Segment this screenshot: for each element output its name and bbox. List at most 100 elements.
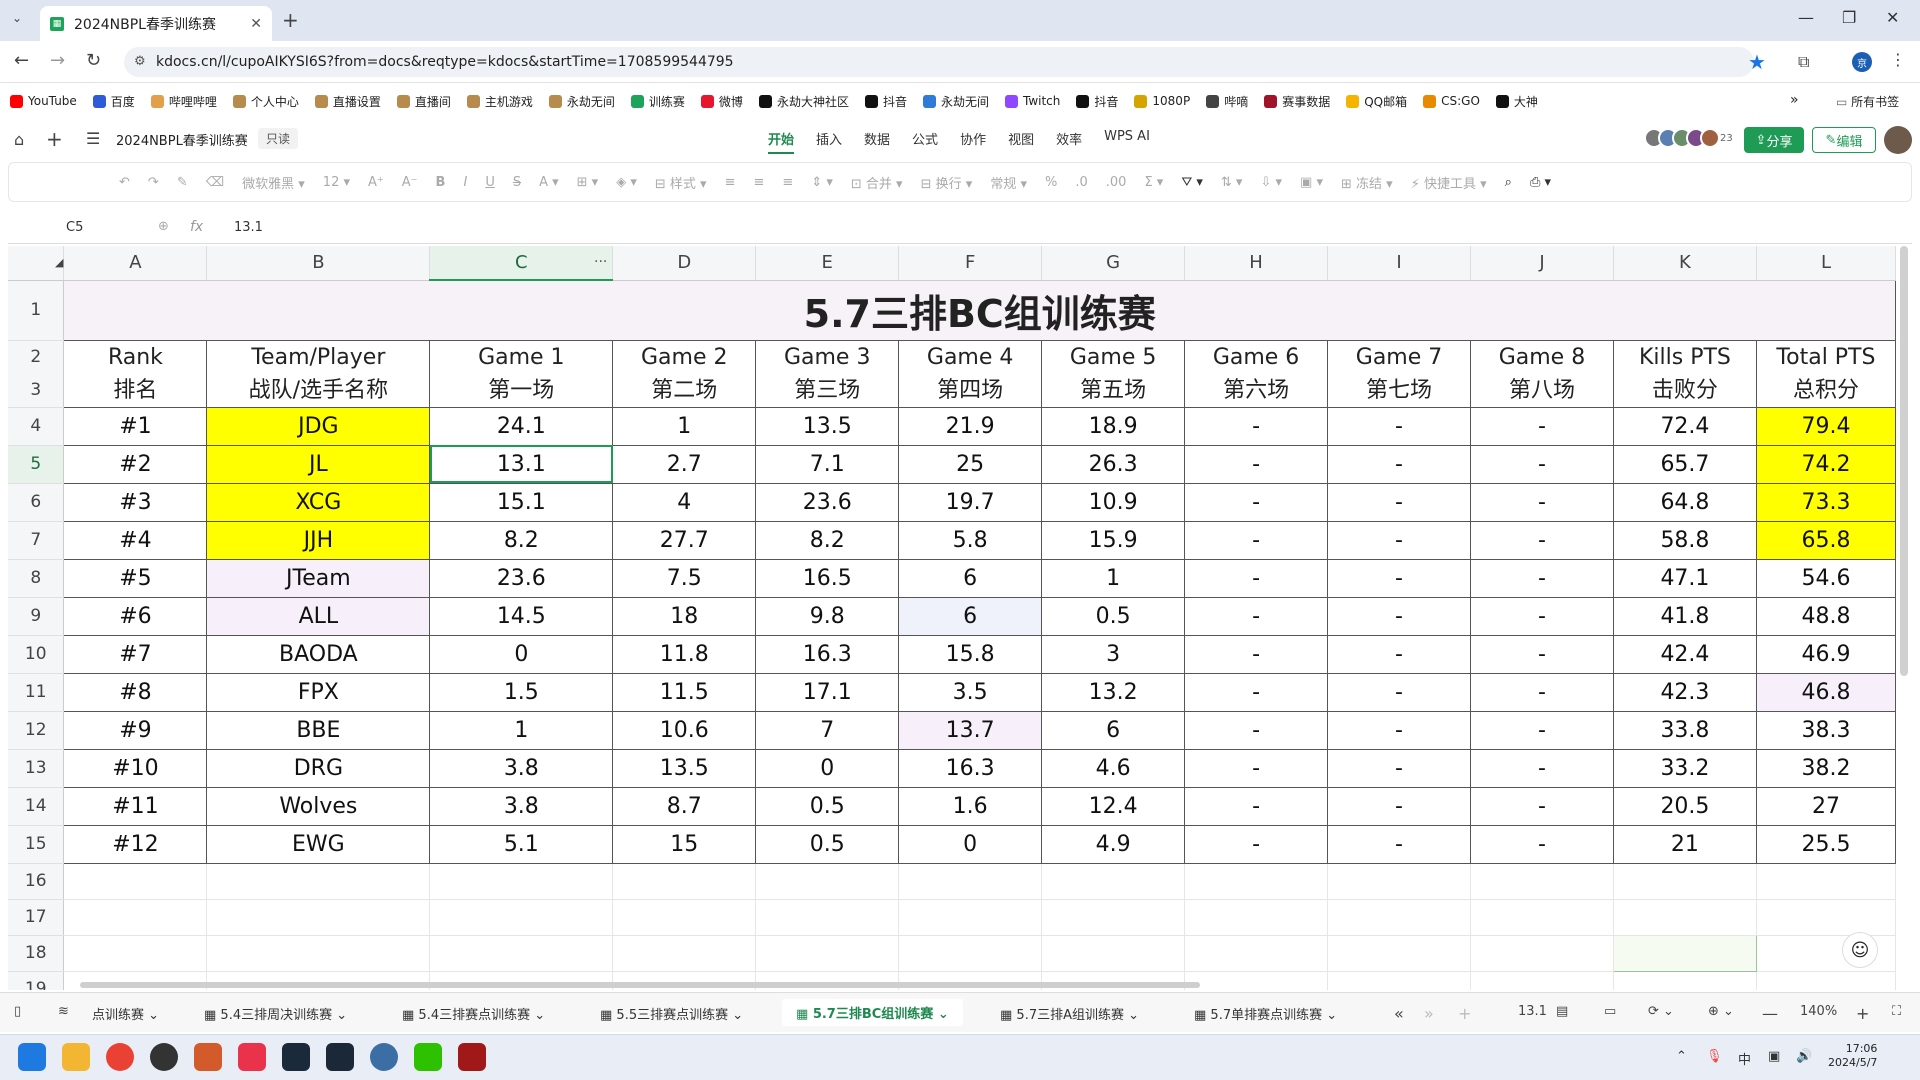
table-cell[interactable]: - [1470,634,1614,674]
sort-icon[interactable]: ⇅ ▾ [1221,175,1243,190]
header-cell[interactable]: Team/Player 战队/选手名称 [206,339,431,408]
more-bookmarks-icon[interactable]: » [1790,92,1799,108]
table-cell[interactable]: BBE [206,710,431,750]
table-cell[interactable]: - [1184,748,1329,788]
table-cell[interactable]: - [1327,824,1471,864]
sheet-tab[interactable]: ▦ 5.4三排赛点训练赛 ⌄ [402,1004,545,1023]
valign-icon[interactable]: ⇕ ▾ [811,175,833,190]
table-cell[interactable]: JL [206,444,431,484]
table-cell[interactable]: 58.8 [1612,520,1757,560]
fill-icon[interactable]: ⇩ ▾ [1260,175,1282,190]
share-button[interactable]: ⇪ 分享 [1744,127,1804,153]
table-cell[interactable]: 0 [898,824,1043,864]
font-size-select[interactable]: 12 ▾ [323,175,350,190]
sheet-tab[interactable]: ▦ 5.4三排周决训练赛 ⌄ [204,1004,347,1023]
table-cell[interactable]: - [1327,748,1471,788]
decimal-increase-icon[interactable]: .0 [1075,175,1087,190]
table-cell[interactable]: 79.4 [1755,406,1896,446]
percent-icon[interactable]: % [1045,175,1057,190]
table-cell[interactable]: 16.3 [898,748,1043,788]
table-cell[interactable]: - [1184,824,1329,864]
tray-expand-icon[interactable]: ⌃ [1676,1049,1687,1064]
game-app-icon[interactable] [150,1043,178,1071]
row-header[interactable]: 16 [8,863,65,900]
table-cell[interactable]: 7.5 [612,558,757,598]
table-cell[interactable]: 6 [1041,710,1186,750]
table-cell[interactable]: - [1327,596,1471,636]
header-cell[interactable]: Total PTS 总积分 [1755,339,1896,408]
column-header[interactable]: I [1327,246,1471,281]
bold-icon[interactable]: B [436,175,446,190]
user-avatar[interactable] [1884,126,1912,154]
row-header[interactable]: 14 [8,787,65,826]
site-info-icon[interactable]: ⚙ [134,54,146,69]
bookmark-item[interactable]: 哔嘀 [1206,93,1248,110]
table-cell[interactable]: 13.5 [755,406,900,446]
menu-data[interactable]: 数据 [864,129,890,154]
bookmark-item[interactable]: QQ邮箱 [1346,93,1407,110]
table-cell[interactable]: - [1184,672,1329,712]
netease-music-icon[interactable] [238,1043,266,1071]
sheet-title[interactable]: 5.7三排BC组训练赛 [63,279,1896,341]
bookmark-item[interactable]: Twitch [1004,94,1060,108]
table-cell[interactable]: 10.9 [1041,482,1186,522]
table-cell[interactable]: - [1470,710,1614,750]
table-cell[interactable]: 65.8 [1755,520,1896,560]
table-cell[interactable]: 1.6 [898,786,1043,826]
bookmark-item[interactable]: 哔哩哔哩 [150,93,217,110]
volume-icon[interactable]: 🔊 [1796,1049,1812,1064]
table-cell[interactable]: 17.1 [755,672,900,712]
table-cell[interactable]: 5.1 [429,824,614,864]
table-cell[interactable]: 47.1 [1612,558,1757,598]
column-more-icon[interactable]: ··· [594,254,607,270]
bookmark-item[interactable]: CS:GO [1423,94,1480,108]
table-cell[interactable]: 1.5 [429,672,614,712]
table-cell[interactable]: ALL [206,596,431,636]
quick-tools-select[interactable]: ⚡ 快捷工具 ▾ [1411,173,1487,192]
formula-input[interactable]: 13.1 [234,220,263,235]
column-header[interactable]: F [898,246,1043,281]
underline-icon[interactable]: U [485,175,495,190]
row-header[interactable]: 5 [8,445,65,484]
select-all-corner[interactable]: ◢ [8,246,65,281]
spreadsheet-grid[interactable]: ◢ A B C D E F G H I J K L 1 5.7三排BC组训练赛 … [8,246,1896,990]
table-cell[interactable]: - [1470,520,1614,560]
bookmark-item[interactable]: 直播设置 [314,93,381,110]
freeze-select[interactable]: ⊞ 冻结 ▾ [1341,173,1393,192]
table-cell[interactable]: #4 [63,520,208,560]
table-cell[interactable]: #10 [63,748,208,788]
menu-view[interactable]: 视图 [1008,129,1034,154]
column-header[interactable]: E [755,246,900,281]
table-cell[interactable]: 6 [898,558,1043,598]
bookmark-item[interactable]: 训练赛 [630,93,685,110]
app-icon[interactable] [370,1043,398,1071]
menu-collab[interactable]: 协作 [960,129,986,154]
zoom-out-icon[interactable]: — [1762,1004,1778,1023]
table-cell[interactable]: DRG [206,748,431,788]
header-cell[interactable]: Kills PTS 击败分 [1612,339,1757,408]
sheet-prev-icon[interactable]: « [1394,1004,1404,1023]
table-cell[interactable]: EWG [206,824,431,864]
sheet-tab-active[interactable]: ▦ 5.7三排BC组训练赛 ⌄ [782,999,963,1026]
border-icon[interactable]: ⊞ ▾ [577,175,599,190]
steam-icon[interactable] [326,1043,354,1071]
header-cell[interactable]: Game 3 第三场 [755,339,900,408]
row-header[interactable]: 13 [8,749,65,788]
column-header[interactable]: A [63,246,208,281]
table-cell[interactable]: - [1184,596,1329,636]
table-cell[interactable]: 72.4 [1612,406,1757,446]
merge-select[interactable]: ⊡ 合并 ▾ [851,173,903,192]
zoom-level[interactable]: 140% [1800,1004,1837,1019]
table-cell[interactable]: - [1327,406,1471,446]
row-header[interactable]: 4 [8,407,65,446]
eraser-icon[interactable]: ⌫ [206,175,224,190]
table-cell[interactable]: - [1470,596,1614,636]
row-header[interactable]: 10 [8,635,65,674]
sheet-next-icon[interactable]: » [1424,1004,1434,1023]
header-cell[interactable]: Game 5 第五场 [1041,339,1186,408]
align-center-icon[interactable]: ≡ [754,175,765,190]
table-cell[interactable]: 14.5 [429,596,614,636]
table-cell[interactable]: - [1470,748,1614,788]
table-cell[interactable]: 13.7 [898,710,1043,750]
table-cell[interactable]: - [1327,444,1471,484]
